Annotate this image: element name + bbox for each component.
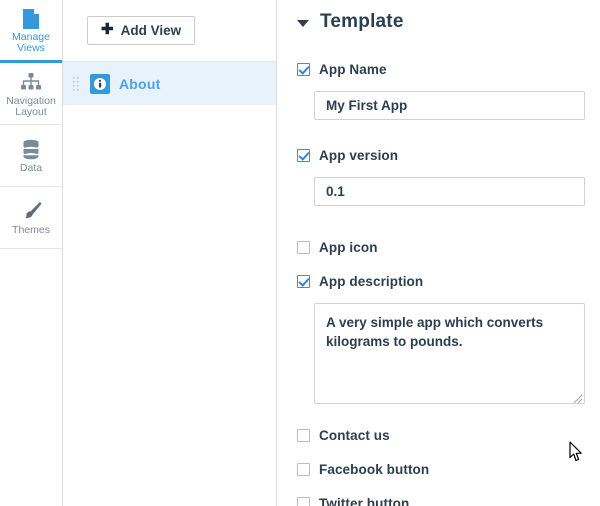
view-list-item-label: About	[119, 75, 161, 92]
app-description-value: A very simple app which converts kilogra…	[326, 315, 547, 349]
checkbox-row-twitter-button[interactable]: Twitter button	[297, 492, 588, 506]
field-label: App description	[319, 273, 424, 289]
add-view-button[interactable]: ✚ Add View	[87, 16, 196, 45]
database-icon	[21, 139, 41, 161]
checkbox-row-app-icon[interactable]: App icon	[297, 236, 588, 258]
properties-panel: Template App Name App version App	[277, 0, 600, 506]
field-app-version: App version	[297, 144, 588, 206]
rail-item-themes[interactable]: Themes	[0, 187, 62, 249]
add-view-label: Add View	[120, 23, 182, 38]
checkbox-row-app-name[interactable]: App Name	[297, 58, 588, 80]
template-section-header[interactable]: Template	[297, 0, 588, 40]
field-label: App Name	[319, 61, 387, 77]
app-version-input[interactable]	[314, 177, 585, 206]
field-facebook-button: Facebook button	[297, 458, 588, 480]
section-title: Template	[320, 11, 404, 32]
resize-grip-icon[interactable]	[572, 391, 583, 403]
chevron-down-icon[interactable]	[297, 19, 309, 27]
rail-item-label: Manage Views	[12, 31, 50, 54]
field-label: Contact us	[319, 427, 390, 443]
field-app-name: App Name	[297, 58, 588, 120]
checkbox-row-contact-us[interactable]: Contact us	[297, 424, 588, 446]
app-description-textarea[interactable]: A very simple app which converts kilogra…	[314, 303, 585, 404]
checkbox-app-description[interactable]	[297, 274, 310, 288]
checkbox-app-name[interactable]	[297, 62, 310, 76]
checkbox-row-app-description[interactable]: App description	[297, 270, 588, 292]
field-contact-us: Contact us	[297, 424, 588, 446]
view-list-item-about[interactable]: About	[63, 62, 276, 105]
checkbox-twitter-button[interactable]	[297, 496, 310, 506]
checkbox-row-app-version[interactable]: App version	[297, 144, 588, 166]
field-twitter-button: Twitter button	[297, 492, 588, 506]
field-app-description: App description A very simple app which …	[297, 270, 588, 404]
checkbox-contact-us[interactable]	[297, 428, 310, 442]
checkbox-facebook-button[interactable]	[297, 462, 310, 476]
plus-icon: ✚	[101, 21, 114, 38]
view-list-panel: ✚ Add View About	[63, 0, 277, 506]
rail-item-manage-views[interactable]: Manage Views	[0, 0, 62, 63]
left-icon-rail: Manage Views Navigation Layout Data Them…	[0, 0, 63, 506]
field-label: Twitter button	[319, 495, 410, 506]
sitemap-icon	[20, 72, 42, 94]
app-window: Manage Views Navigation Layout Data Them…	[0, 0, 600, 506]
rail-item-label: Navigation Layout	[6, 94, 56, 118]
checkbox-row-facebook-button[interactable]: Facebook button	[297, 458, 588, 480]
rail-item-navigation-layout[interactable]: Navigation Layout	[0, 63, 62, 125]
document-icon	[21, 8, 41, 30]
paintbrush-icon	[20, 201, 42, 223]
field-label: App version	[319, 147, 399, 163]
field-label: App icon	[319, 239, 378, 255]
rail-item-label: Data	[19, 162, 43, 174]
app-name-input[interactable]	[314, 91, 585, 120]
add-view-toolbar: ✚ Add View	[63, 0, 276, 62]
checkbox-app-icon[interactable]	[297, 240, 310, 254]
drag-handle-icon[interactable]	[73, 76, 81, 92]
rail-item-data[interactable]: Data	[0, 125, 62, 187]
info-badge-icon	[90, 73, 110, 94]
field-label: Facebook button	[319, 461, 430, 477]
field-app-icon: App icon	[297, 236, 588, 258]
checkbox-app-version[interactable]	[297, 148, 310, 162]
rail-item-label: Themes	[12, 224, 50, 236]
